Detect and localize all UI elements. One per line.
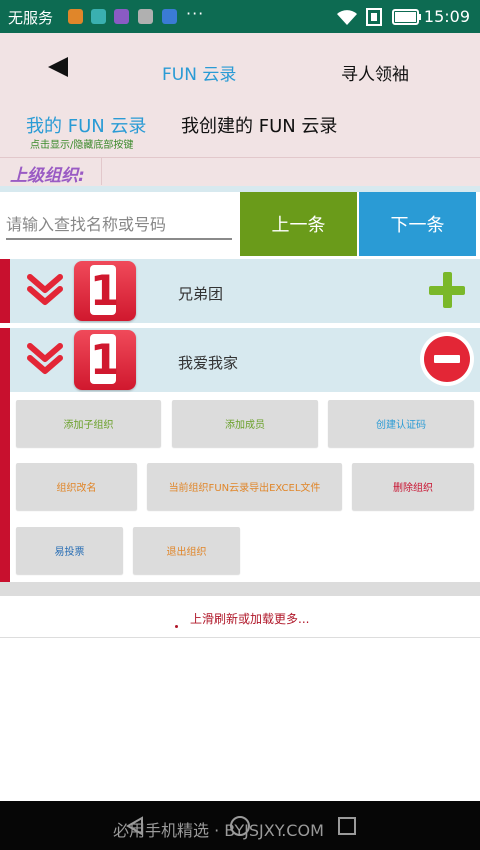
tab-my-fun[interactable]: 我的 FUN 云录 [26,112,146,138]
org-name[interactable]: 兄弟团 [178,283,223,304]
list-footer-strip [0,582,480,596]
load-more-row[interactable]: 上滑刷新或加载更多... [0,596,480,638]
level-number: 1 [90,334,120,384]
easy-vote-button[interactable]: 易投票 [16,527,123,574]
double-chevron-down-icon[interactable] [26,342,64,376]
next-button[interactable]: 下一条 [359,192,476,256]
double-chevron-down-icon[interactable] [26,273,64,307]
tab-created-fun[interactable]: 我创建的 FUN 云录 [181,112,337,138]
exit-org-button[interactable]: 退出组织 [133,527,240,574]
loading-dot [175,625,178,628]
org-name[interactable]: 我爱我家 [178,352,238,373]
recents-square-icon[interactable] [336,815,358,837]
add-sub-org-button[interactable]: 添加子组织 [16,400,161,447]
delete-org-button[interactable]: 删除组织 [352,463,474,510]
row-marker [0,259,10,323]
parent-org-label: 上级组织: [10,166,85,186]
nav-fun-cloud[interactable]: FUN 云录 [162,60,236,85]
app-icon-gray [138,9,153,24]
rename-org-button[interactable]: 组织改名 [16,463,137,510]
status-bar: 无服务 ··· 15:09 [0,0,480,33]
row-marker [0,392,10,582]
search-input[interactable] [6,210,232,240]
level-badge: 1 [74,261,136,321]
org-actions-panel: 添加子组织 添加成员 创建认证码 组织改名 当前组织FUN云录导出EXCEL文件… [0,392,480,582]
wifi-icon [337,10,357,25]
parent-org-row: 上级组织: [0,157,480,186]
clock: 15:09 [423,7,470,26]
level-badge: 1 [74,330,136,390]
app-icon-teal [91,9,106,24]
navigation-bar: 必用手机精选 · BYJSJXY.COM [0,801,480,850]
tab-my-fun-hint: 点击显示/隐藏底部按键 [30,140,134,151]
data-icon [366,8,382,26]
org-row[interactable]: 1 兄弟团 [0,259,480,323]
row-marker [0,328,10,392]
load-more-text: 上滑刷新或加载更多... [190,612,310,626]
top-bar: FUN 云录 寻人领袖 我的 FUN 云录 点击显示/隐藏底部按键 我创建的 F… [0,33,480,186]
app-icon-blue [162,9,177,24]
app-icon-purple [114,9,129,24]
level-number: 1 [90,265,120,315]
prev-button[interactable]: 上一条 [240,192,357,256]
add-member-button[interactable]: 添加成员 [172,400,318,447]
export-excel-button[interactable]: 当前组织FUN云录导出EXCEL文件 [147,463,342,510]
create-auth-code-button[interactable]: 创建认证码 [328,400,474,447]
battery-icon [392,9,421,25]
carrier-text: 无服务 [8,9,54,27]
parent-org-divider [101,158,102,185]
minus-icon[interactable] [420,332,474,386]
watermark-text: 必用手机精选 · BYJSJXY.COM [113,821,324,840]
nav-seek-leader[interactable]: 寻人领袖 [341,60,409,85]
more-notifications-indicator: ··· [186,4,205,23]
org-row[interactable]: 1 我爱我家 [0,328,480,392]
app-icon-orange [68,9,83,24]
back-arrow-icon[interactable] [48,57,68,77]
